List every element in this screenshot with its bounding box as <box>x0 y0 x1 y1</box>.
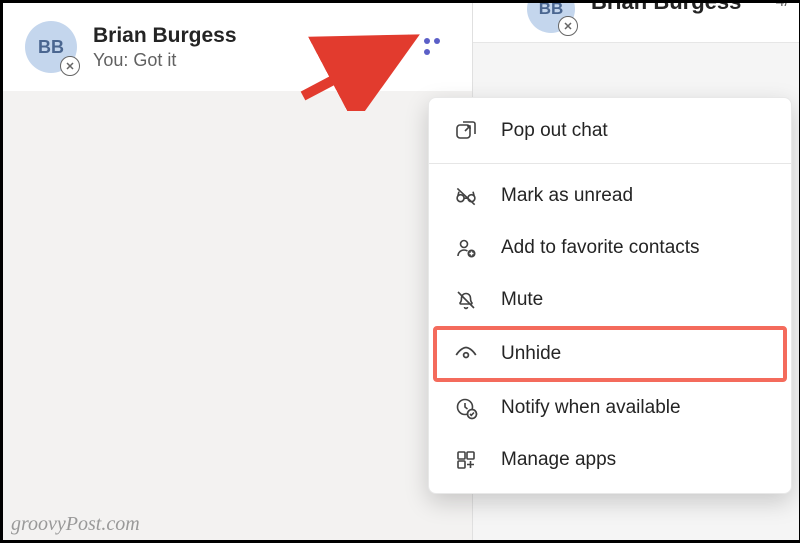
menu-label: Mute <box>501 289 543 311</box>
eye-icon <box>453 341 479 367</box>
chat-name: Brian Burgess <box>93 24 374 48</box>
menu-label: Manage apps <box>501 449 616 471</box>
menu-item-notify[interactable]: Notify when available <box>429 382 791 434</box>
menu-label: Mark as unread <box>501 185 633 207</box>
person-add-icon <box>453 235 479 261</box>
pop-out-icon <box>453 118 479 144</box>
pop-out-icon[interactable] <box>374 34 400 60</box>
chat-list-item[interactable]: BB Brian Burgess You: Got it <box>3 3 472 91</box>
presence-offline-icon <box>60 56 80 76</box>
menu-item-manage-apps[interactable]: Manage apps <box>429 434 791 486</box>
presence-offline-icon <box>558 16 578 36</box>
menu-label: Unhide <box>501 343 561 365</box>
chat-actions <box>374 34 458 60</box>
menu-label: Add to favorite contacts <box>501 237 700 259</box>
menu-item-mute[interactable]: Mute <box>429 274 791 326</box>
menu-item-mark-unread[interactable]: Mark as unread <box>429 170 791 222</box>
avatar: BB <box>527 3 575 33</box>
glasses-off-icon <box>453 183 479 209</box>
chat-header: BB Brian Burgess 4/ <box>473 3 799 43</box>
clock-check-icon <box>453 395 479 421</box>
more-options-button[interactable] <box>422 34 448 60</box>
apps-icon <box>453 447 479 473</box>
menu-label: Notify when available <box>501 397 681 419</box>
ellipsis-icon <box>422 36 448 58</box>
chat-header-name: Brian Burgess <box>591 3 741 15</box>
avatar: BB <box>25 21 77 73</box>
bell-off-icon <box>453 287 479 313</box>
menu-item-unhide[interactable]: Unhide <box>435 328 785 380</box>
context-menu: Pop out chat Mark as unread Add to favor… <box>428 97 792 494</box>
menu-item-pop-out[interactable]: Pop out chat <box>429 105 791 157</box>
menu-divider <box>429 163 791 164</box>
chat-header-timestamp: 4/ <box>776 3 789 11</box>
menu-item-add-favorite[interactable]: Add to favorite contacts <box>429 222 791 274</box>
watermark: groovyPost.com <box>11 513 140 536</box>
menu-label: Pop out chat <box>501 120 608 142</box>
chat-preview: You: Got it <box>93 50 374 71</box>
chat-text: Brian Burgess You: Got it <box>93 24 374 71</box>
chat-list-panel: BB Brian Burgess You: Got it <box>3 3 473 540</box>
